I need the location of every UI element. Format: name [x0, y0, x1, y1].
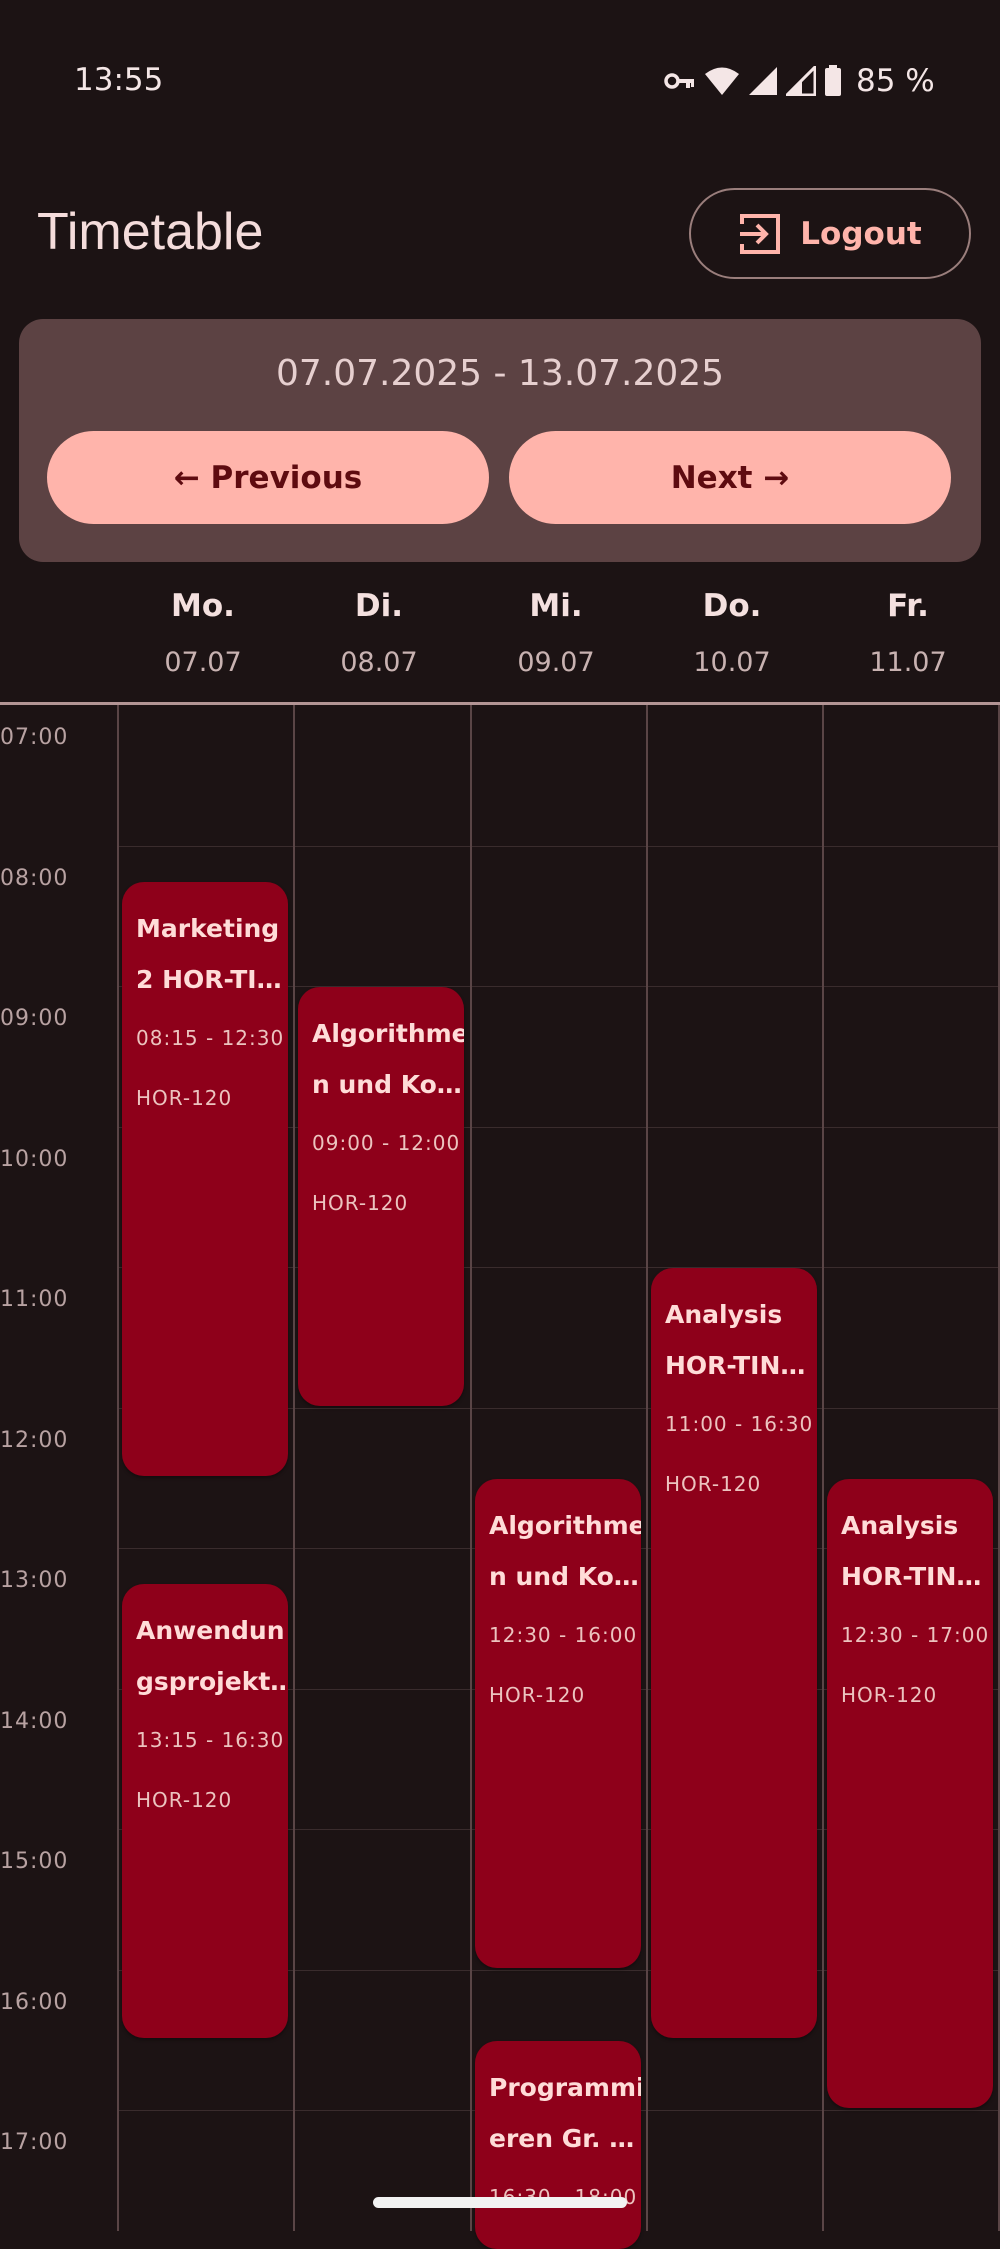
time-label: 10:00 — [0, 1147, 69, 1172]
event-room: HOR-120 — [665, 1472, 762, 1496]
time-label: 11:00 — [0, 1287, 69, 1312]
logout-icon — [740, 213, 781, 254]
event-card[interactable]: Programmieren Gr. …16:30 - 18:00 — [475, 2041, 641, 2249]
event-title: Programmi — [489, 2073, 641, 2102]
event-time: 09:00 - 12:00 — [312, 1131, 461, 1155]
day-name: Do. — [702, 588, 762, 624]
logout-button[interactable]: Logout — [689, 188, 971, 279]
event-title: HOR-TIN… — [841, 1562, 982, 1591]
event-title: Algorithme — [312, 1019, 464, 1048]
event-room: HOR-120 — [841, 1683, 938, 1707]
event-title: n und Ko… — [312, 1070, 462, 1099]
event-title: HOR-TIN… — [665, 1351, 806, 1380]
event-time: 12:30 - 16:00 — [489, 1623, 638, 1647]
day-name: Mi. — [529, 588, 583, 624]
event-time: 12:30 - 17:00 — [841, 1623, 990, 1647]
event-title: Algorithme — [489, 1511, 641, 1540]
next-week-button[interactable]: Next → — [509, 431, 951, 524]
day-date: 07.07 — [164, 647, 242, 678]
event-title: Analysis — [665, 1300, 783, 1329]
time-label: 15:00 — [0, 1849, 69, 1874]
time-label: 07:00 — [0, 725, 69, 750]
battery-percent: 85 % — [856, 63, 935, 99]
column-divider — [293, 705, 295, 2231]
timetable-grid: 07:00 08:00 09:00 10:00 11:00 12:00 13:00 14:00… — [0, 705, 1000, 2249]
day-name: Di. — [354, 588, 404, 624]
event-card[interactable]: Marketing 2 HOR-TI… 08:15 - 12:30 HOR-120 — [122, 882, 288, 1476]
status-bar: 13:55 85 % — [0, 0, 1000, 160]
vpn-key-icon — [664, 73, 694, 89]
event-room: HOR-120 — [489, 1683, 586, 1707]
day-header: Di. 08.07 — [291, 588, 467, 678]
column-divider — [117, 705, 119, 2231]
day-name: Fr. — [887, 588, 929, 624]
event-card[interactable]: Analysis HOR-TIN… 11:00 - 16:30 HOR-120 — [651, 1268, 817, 2038]
week-selector: 07.07.2025 - 13.07.2025 ← Previous Next … — [19, 319, 981, 562]
day-date: 09.07 — [517, 647, 595, 678]
time-label: 12:00 — [0, 1428, 69, 1453]
signal-weak-icon — [786, 66, 816, 96]
day-header: Mi. 09.07 — [468, 588, 644, 678]
event-card[interactable]: Algorithme n und Ko… 09:00 - 12:00 HOR-120 — [298, 987, 464, 1406]
event-room: HOR-120 — [136, 1086, 233, 1110]
event-title: Analysis — [841, 1511, 959, 1540]
event-time: 11:00 - 16:30 — [665, 1412, 814, 1436]
day-header: Do. 10.07 — [644, 588, 820, 678]
hour-line — [117, 846, 1000, 847]
week-range: 07.07.2025 - 13.07.2025 — [275, 353, 725, 394]
event-card[interactable]: Analysis HOR-TIN… 12:30 - 17:00 HOR-120 — [827, 1479, 993, 2108]
event-room: HOR-120 — [136, 1788, 233, 1812]
time-label: 09:00 — [0, 1006, 69, 1031]
time-label: 13:00 — [0, 1568, 69, 1593]
battery-icon — [825, 65, 841, 96]
event-title: eren Gr. … — [489, 2124, 635, 2153]
time-label: 14:00 — [0, 1709, 69, 1734]
day-header: Mo. 07.07 — [115, 588, 291, 678]
page-title: Timetable — [37, 203, 264, 261]
event-time: 08:15 - 12:30 — [136, 1026, 285, 1050]
event-title: n und Ko… — [489, 1562, 639, 1591]
home-indicator[interactable] — [373, 2197, 627, 2208]
event-title: Anwendun — [136, 1616, 285, 1645]
day-date: 08.07 — [340, 647, 418, 678]
status-icons: 85 % — [664, 58, 935, 104]
event-room: HOR-120 — [312, 1191, 409, 1215]
status-time: 13:55 — [74, 62, 164, 98]
day-header: Fr. 11.07 — [820, 588, 996, 678]
column-divider — [822, 705, 824, 2231]
time-label: 17:00 — [0, 2130, 69, 2155]
day-date: 10.07 — [693, 647, 771, 678]
event-title: 2 HOR-TI… — [136, 965, 282, 994]
column-divider — [646, 705, 648, 2231]
previous-week-button[interactable]: ← Previous — [47, 431, 489, 524]
event-time: 13:15 - 16:30 — [136, 1728, 285, 1752]
wifi-icon — [705, 67, 739, 95]
time-label: 08:00 — [0, 866, 69, 891]
signal-icon — [749, 67, 777, 95]
event-title: Marketing — [136, 914, 280, 943]
event-title: gsprojekt… — [136, 1667, 288, 1696]
day-name: Mo. — [171, 588, 235, 624]
column-divider — [470, 705, 472, 2231]
event-card[interactable]: Anwendun gsprojekt… 13:15 - 16:30 HOR-120 — [122, 1584, 288, 2038]
logout-label: Logout — [800, 215, 922, 252]
event-card[interactable]: Algorithme n und Ko… 12:30 - 16:00 HOR-120 — [475, 1479, 641, 1968]
time-label: 16:00 — [0, 1990, 69, 2015]
day-date: 11.07 — [869, 647, 947, 678]
